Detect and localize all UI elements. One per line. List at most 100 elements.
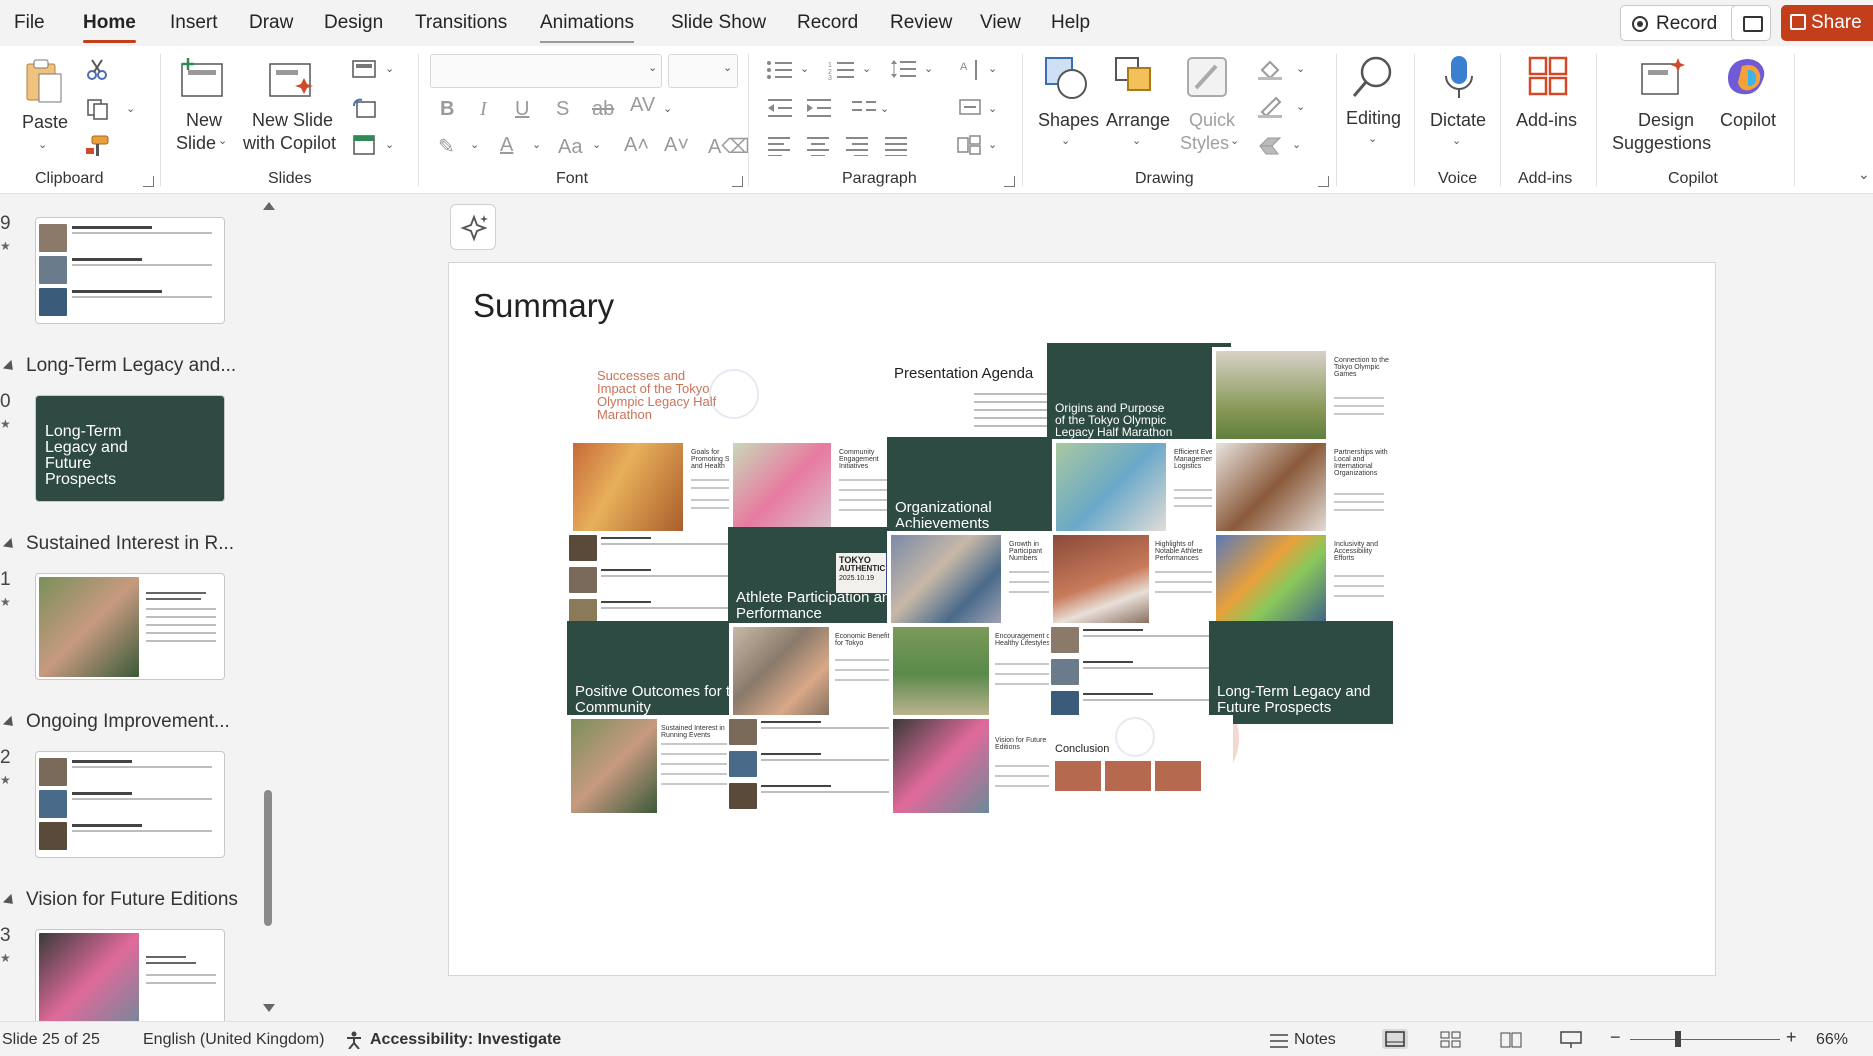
new-slide-copilot-icon[interactable] (268, 56, 314, 103)
arrange-dropdown-icon[interactable]: ⌄ (1132, 134, 1141, 147)
zoom-tile-healthy-lifestyles[interactable]: Encouragement of Healthy Lifestyles (889, 623, 1073, 726)
copy-icon[interactable] (86, 98, 112, 125)
editing-button[interactable]: Editing (1346, 106, 1401, 130)
tab-help[interactable]: Help (1051, 12, 1090, 34)
paste-dropdown-icon[interactable]: ⌄ (38, 138, 47, 151)
bold-icon[interactable]: B (440, 98, 454, 121)
shapes-button[interactable]: Shapes (1038, 108, 1099, 132)
align-right-icon[interactable] (844, 136, 870, 161)
slide-thumbnail-22[interactable] (35, 751, 225, 858)
tab-file[interactable]: File (14, 12, 45, 34)
copilot-button[interactable]: Copilot (1720, 108, 1776, 132)
slide-thumbnail-23[interactable] (35, 929, 225, 1021)
zoom-tile-sports-culture[interactable] (1049, 623, 1233, 726)
zoom-tile-org-achievements[interactable]: Organizational Achievements (887, 437, 1071, 540)
new-slide-copilot-label-2[interactable]: with Copilot (243, 131, 336, 155)
scroll-up-icon[interactable] (263, 202, 275, 210)
section-header-sustained-interest[interactable]: Sustained Interest in R... (2, 533, 234, 555)
dictate-icon[interactable] (1444, 54, 1474, 105)
thumbnail-scrollbar[interactable] (260, 195, 278, 1021)
tab-record[interactable]: Record (797, 12, 858, 34)
zoom-tile-origins[interactable]: Origins and Purpose of the Tokyo Olympic… (1047, 343, 1231, 446)
zoom-tile-inclusivity[interactable]: Inclusivity and Accessibility Efforts (1212, 531, 1396, 634)
arrange-button[interactable]: Arrange (1106, 108, 1170, 132)
section-header-vision-future[interactable]: Vision for Future Editions (2, 889, 238, 911)
new-slide-copilot-label-1[interactable]: New Slide (252, 108, 333, 132)
new-slide-dropdown-icon[interactable]: ⌄ (218, 134, 227, 147)
align-text-dropdown-icon[interactable]: ⌄ (988, 102, 997, 115)
shape-fill-dropdown-icon[interactable]: ⌄ (1296, 62, 1305, 75)
zoom-tile-goals[interactable]: Goals for Promoting Sports and Health (569, 439, 753, 542)
align-center-icon[interactable] (805, 136, 831, 161)
reset-icon[interactable] (352, 98, 378, 125)
shape-outline-icon[interactable] (1258, 96, 1284, 123)
slide-thumbnail-21[interactable] (35, 573, 225, 680)
align-text-icon[interactable] (958, 96, 984, 123)
paragraph-launcher-icon[interactable] (1004, 176, 1015, 187)
zoom-tile-improvement[interactable] (727, 715, 911, 818)
numbering-icon[interactable]: 123 (828, 60, 856, 85)
accessibility-status[interactable]: Accessibility: Investigate (370, 1031, 561, 1049)
zoom-tile-conclusion[interactable]: Conclusion (1049, 715, 1233, 818)
cut-icon[interactable] (86, 58, 108, 85)
zoom-out-icon[interactable]: − (1610, 1027, 1621, 1048)
tab-draw[interactable]: Draw (249, 12, 293, 34)
shapes-icon[interactable] (1044, 56, 1088, 105)
font-color-dropdown-icon[interactable]: ⌄ (532, 138, 541, 151)
paste-button[interactable]: Paste (22, 110, 68, 134)
designer-button[interactable] (450, 204, 496, 250)
copy-dropdown-icon[interactable]: ⌄ (126, 102, 135, 115)
layout-dropdown-icon[interactable]: ⌄ (385, 62, 394, 75)
arrange-icon[interactable] (1114, 56, 1158, 105)
ribbon-collapse-icon[interactable]: ⌄ (1858, 166, 1870, 183)
shape-outline-dropdown-icon[interactable]: ⌄ (1296, 100, 1305, 113)
share-button[interactable]: Share (1781, 5, 1873, 41)
section-icon[interactable] (352, 134, 378, 161)
format-painter-icon[interactable] (84, 134, 110, 163)
tab-home[interactable]: Home (83, 12, 136, 43)
text-direction-icon[interactable]: A (958, 58, 984, 87)
smartart-icon[interactable] (956, 134, 984, 161)
font-color-icon[interactable]: A (500, 134, 513, 157)
scroll-down-icon[interactable] (263, 1004, 275, 1012)
zoom-tile-athletes[interactable]: Athlete Participation and Performance TO… (728, 527, 912, 630)
highlight-dropdown-icon[interactable]: ⌄ (470, 138, 479, 151)
design-suggestions-label-1[interactable]: Design (1638, 108, 1694, 132)
numbering-dropdown-icon[interactable]: ⌄ (862, 62, 871, 75)
slide-title[interactable]: Summary (473, 287, 614, 325)
slide-canvas[interactable]: Summary Successes and Impact of the Toky… (448, 262, 1716, 976)
notes-icon[interactable] (1268, 1031, 1290, 1054)
zoom-slider-thumb[interactable] (1675, 1031, 1681, 1047)
notes-button[interactable]: Notes (1294, 1031, 1336, 1049)
add-ins-icon[interactable] (1528, 56, 1570, 103)
tab-view[interactable]: View (980, 12, 1021, 34)
bullets-dropdown-icon[interactable]: ⌄ (800, 62, 809, 75)
zoom-tile-vision[interactable]: Vision for Future Editions (889, 715, 1073, 818)
dictate-dropdown-icon[interactable]: ⌄ (1452, 134, 1461, 147)
new-slide-icon[interactable] (180, 56, 226, 103)
shapes-dropdown-icon[interactable]: ⌄ (1061, 134, 1070, 147)
line-spacing-dropdown-icon[interactable]: ⌄ (924, 62, 933, 75)
zoom-level[interactable]: 66% (1816, 1031, 1848, 1049)
slide-thumbnail-20[interactable]: Long-Term Legacy and Future Prospects (35, 395, 225, 502)
zoom-tile-connection[interactable]: Connection to the Tokyo Olympic Games (1212, 347, 1396, 450)
decrease-font-icon[interactable]: A˅ (664, 134, 689, 157)
clear-formatting-icon[interactable]: A⌫ (708, 134, 750, 159)
language-indicator[interactable]: English (United Kingdom) (143, 1031, 324, 1049)
zoom-tile-sustained-interest[interactable]: Sustained Interest in Running Events (567, 715, 751, 818)
zoom-tile-economic[interactable]: Economic Benefits for Tokyo (729, 623, 913, 726)
change-case-dropdown-icon[interactable]: ⌄ (592, 138, 601, 151)
columns-icon[interactable] (850, 98, 878, 123)
increase-font-icon[interactable]: A˄ (624, 134, 649, 157)
clipboard-launcher-icon[interactable] (143, 176, 154, 187)
zoom-slider[interactable] (1630, 1039, 1780, 1040)
line-spacing-icon[interactable] (890, 58, 918, 85)
design-suggestions-label-2[interactable]: Suggestions (1612, 131, 1711, 155)
quick-styles-label-2[interactable]: Styles (1180, 131, 1229, 155)
record-button[interactable]: Record (1620, 5, 1745, 41)
shadow-icon[interactable]: S (556, 98, 569, 121)
smartart-dropdown-icon[interactable]: ⌄ (988, 138, 997, 151)
change-case-icon[interactable]: Aa (558, 136, 582, 159)
zoom-tile-waste-reduction[interactable] (567, 531, 751, 634)
shape-effects-icon[interactable] (1258, 134, 1284, 161)
